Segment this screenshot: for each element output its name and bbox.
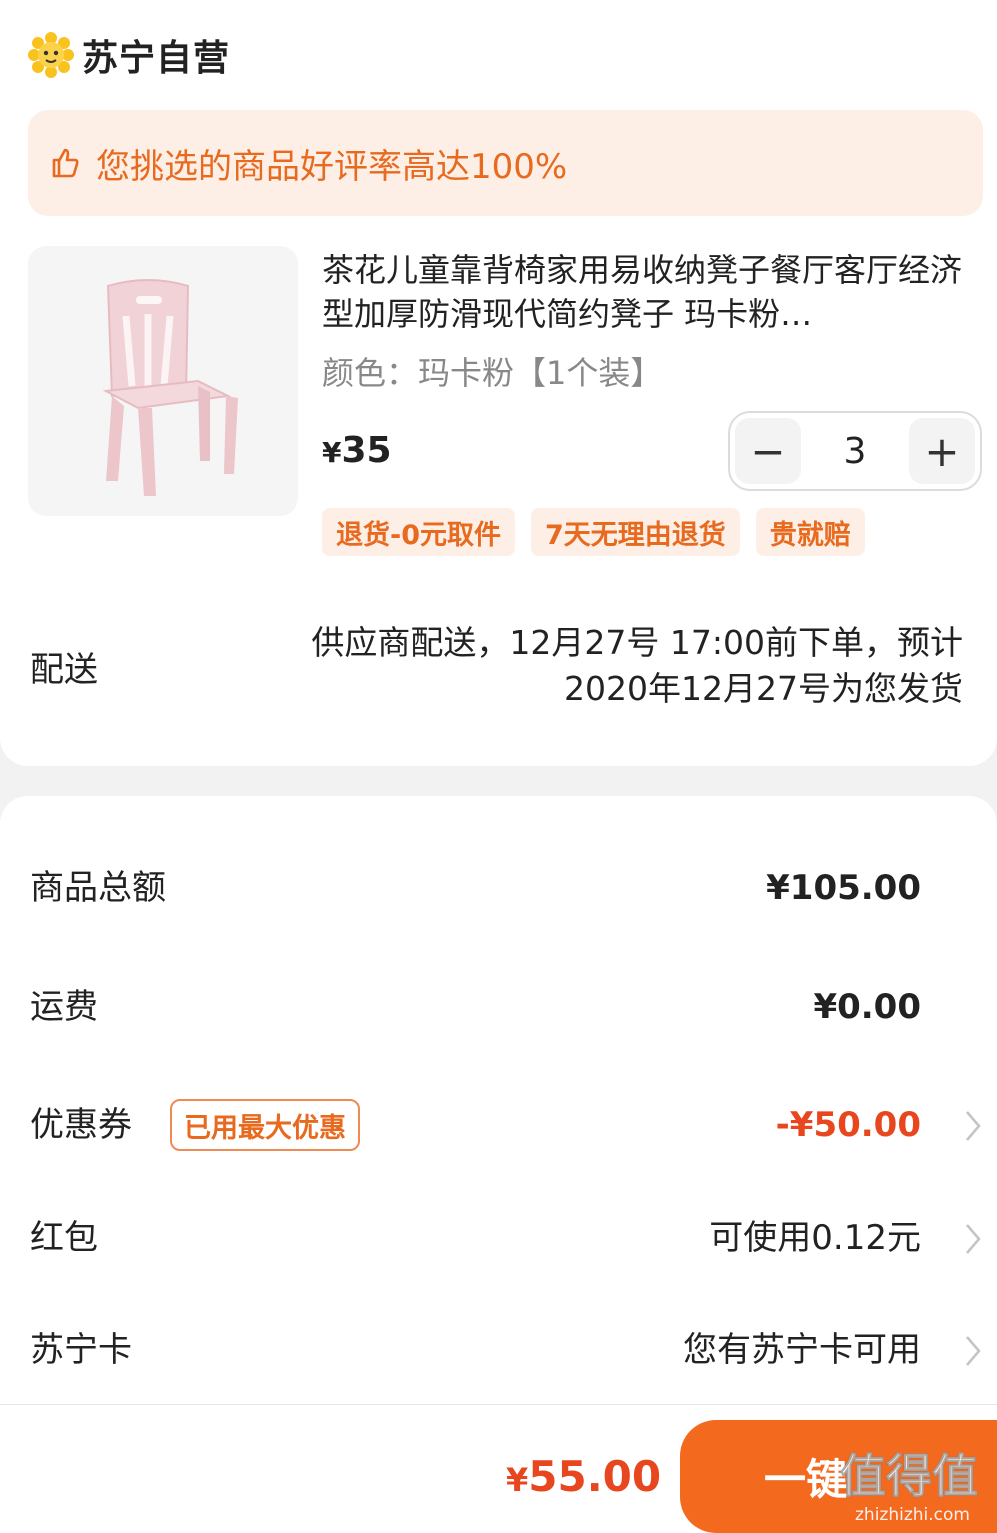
quantity-value[interactable]: 3 [806,431,904,472]
delivery-line-1: 供应商配送，12月27号 17:00前下单，预计 [311,623,963,662]
goods-total-row: 商品总额 ¥105.00 [0,858,997,918]
price-currency: ¥ [322,436,342,469]
product-spec[interactable]: 颜色：玛卡粉【1个装】 [322,348,662,394]
coupon-value: -¥50.00 [775,1105,921,1145]
rating-notice: 您挑选的商品好评率高达100% [28,110,983,216]
suning-card-label: 苏宁卡 [30,1330,132,1370]
store-header[interactable]: 苏宁自营 [28,30,230,80]
total-currency: ¥ [506,1461,529,1499]
coupon-label: 优惠券 [30,1105,132,1145]
suning-card-row[interactable]: 苏宁卡 您有苏宁卡可用 [0,1320,997,1380]
total-value: 55.00 [528,1452,662,1501]
order-item-card: 苏宁自营 您挑选的商品好评率高达100% 茶花儿童靠背椅家用易收纳凳子餐厅客厅经… [0,0,997,766]
coupon-badge: 已用最大优惠 [170,1099,360,1151]
order-total: ¥55.00 [506,1452,661,1501]
increase-button[interactable]: + [909,418,975,484]
service-tag: 退货-0元取件 [322,508,515,556]
coupon-row[interactable]: 优惠券 已用最大优惠 -¥50.00 [0,1095,997,1155]
redpacket-value: 可使用0.12元 [709,1218,921,1258]
lion-logo-icon [28,32,74,78]
product-title[interactable]: 茶花儿童靠背椅家用易收纳凳子餐厅客厅经济型加厚防滑现代简约凳子 玛卡粉… [322,248,972,336]
watermark: 值得值 [840,1449,979,1504]
chevron-right-icon [966,1336,981,1366]
goods-total-value: ¥105.00 [766,868,921,908]
chevron-right-icon [966,1224,981,1254]
product-price: ¥35 [322,430,392,471]
store-name: 苏宁自营 [82,38,231,79]
delivery-label: 配送 [30,650,98,690]
delivery-info[interactable]: 供应商配送，12月27号 17:00前下单，预计 2020年12月27号为您发货 [203,620,963,712]
chevron-right-icon [966,1111,981,1141]
notice-text: 您挑选的商品好评率高达100% [96,146,568,187]
quantity-stepper: − 3 + [728,411,982,491]
shipping-row: 运费 ¥0.00 [0,977,997,1037]
product-image[interactable] [28,246,298,516]
price-value: 35 [341,430,392,471]
thumbs-up-icon [52,148,79,178]
watermark-url: zhizhizhi.com [855,1505,970,1525]
service-tag: 7天无理由退货 [531,508,740,556]
suning-card-value: 您有苏宁卡可用 [683,1330,921,1370]
redpacket-row[interactable]: 红包 可使用0.12元 [0,1208,997,1268]
goods-total-label: 商品总额 [30,868,166,908]
shipping-value: ¥0.00 [813,987,921,1027]
decrease-button[interactable]: − [735,418,801,484]
redpacket-label: 红包 [30,1218,98,1258]
service-tags: 退货-0元取件 7天无理由退货 贵就赔 [322,508,865,556]
service-tag: 贵就赔 [755,508,865,556]
bottom-divider [0,1404,997,1405]
shipping-label: 运费 [30,987,98,1027]
chair-image [102,279,238,496]
delivery-line-2: 2020年12月27号为您发货 [564,669,963,708]
